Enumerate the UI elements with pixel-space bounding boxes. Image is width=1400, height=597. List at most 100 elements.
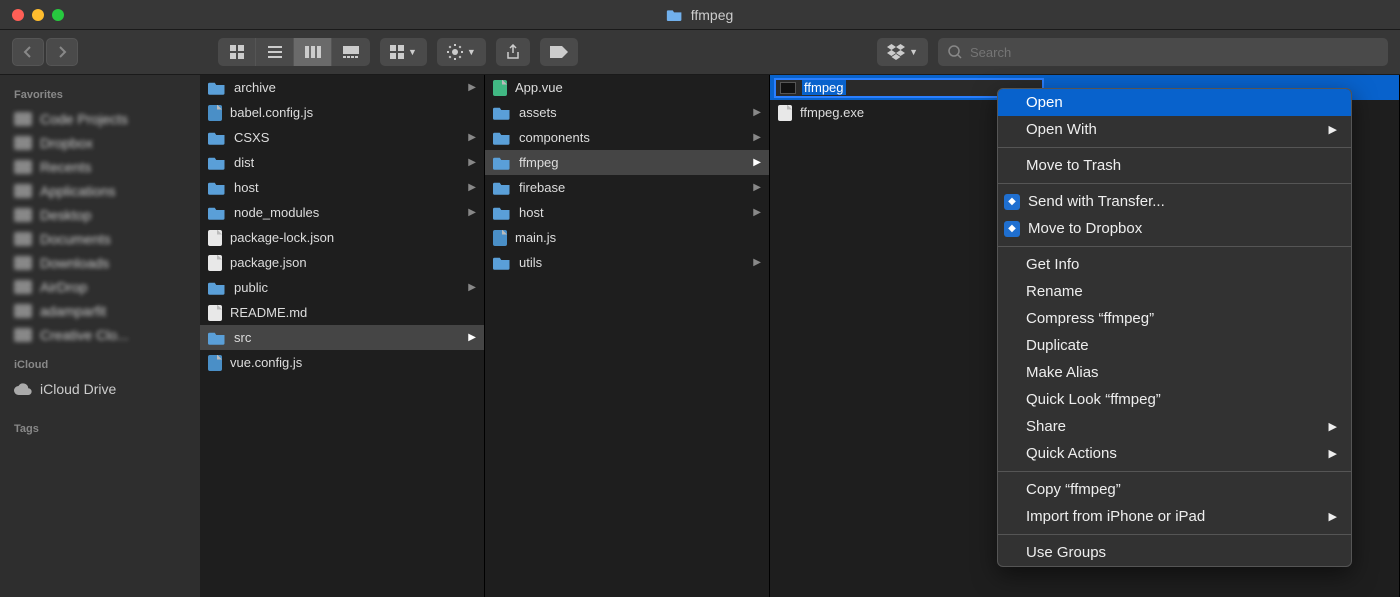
folder-icon (208, 206, 226, 220)
file-name: package-lock.json (230, 230, 334, 245)
close-window-button[interactable] (12, 9, 24, 21)
rename-input[interactable]: ffmpeg (802, 80, 846, 95)
file-row[interactable]: dist▶ (200, 150, 484, 175)
sidebar-item[interactable]: Applications (0, 179, 200, 203)
file-row[interactable]: host▶ (200, 175, 484, 200)
sidebar-item-icloud-drive[interactable]: iCloud Drive (0, 377, 200, 401)
maximize-window-button[interactable] (52, 9, 64, 21)
column-1[interactable]: archive▶babel.config.jsCSXS▶dist▶host▶no… (200, 75, 485, 597)
folder-icon (208, 281, 226, 295)
list-view-button[interactable] (256, 38, 294, 66)
file-row[interactable]: package-lock.json (200, 225, 484, 250)
context-menu-item[interactable]: Copy “ffmpeg” (998, 476, 1351, 503)
file-row[interactable]: src▶ (200, 325, 484, 350)
file-row[interactable]: assets▶ (485, 100, 769, 125)
sidebar-item[interactable]: Dropbox (0, 131, 200, 155)
file-row[interactable]: package.json (200, 250, 484, 275)
action-button[interactable]: ▼ (437, 38, 486, 66)
search-box[interactable] (938, 38, 1388, 66)
file-row[interactable]: public▶ (200, 275, 484, 300)
minimize-window-button[interactable] (32, 9, 44, 21)
file-name: firebase (519, 180, 565, 195)
context-menu-item[interactable]: Share▶ (998, 413, 1351, 440)
folder-icon (208, 131, 226, 145)
file-row[interactable]: CSXS▶ (200, 125, 484, 150)
column-view-button[interactable] (294, 38, 332, 66)
icloud-header: iCloud (0, 353, 200, 377)
file-row[interactable]: babel.config.js (200, 100, 484, 125)
folder-icon (493, 256, 511, 270)
folder-icon (493, 181, 511, 195)
context-menu-item[interactable]: Quick Look “ffmpeg” (998, 386, 1351, 413)
forward-button[interactable] (46, 38, 78, 66)
dropbox-button[interactable]: ▼ (877, 38, 928, 66)
sidebar-item-label: Creative Clo... (40, 327, 129, 343)
menu-item-label: Make Alias (1026, 364, 1099, 381)
file-row[interactable]: App.vue (485, 75, 769, 100)
context-menu-item[interactable]: ◆Send with Transfer... (998, 188, 1351, 215)
menu-separator (998, 183, 1351, 184)
sidebar-item-label: AirDrop (40, 279, 87, 295)
sidebar-item[interactable]: Documents (0, 227, 200, 251)
chevron-right-icon: ▶ (468, 132, 476, 143)
arrange-button[interactable]: ▼ (380, 38, 427, 66)
context-menu-item[interactable]: Move to Trash (998, 152, 1351, 179)
sidebar-icon (14, 232, 32, 246)
gallery-view-button[interactable] (332, 38, 370, 66)
sidebar-item[interactable]: Downloads (0, 251, 200, 275)
file-row[interactable]: ffmpeg▶ (485, 150, 769, 175)
sidebar-item-label: Downloads (40, 255, 109, 271)
sidebar-icon (14, 328, 32, 342)
chevron-right-icon: ▶ (1329, 123, 1337, 136)
file-name: host (519, 205, 544, 220)
file-row[interactable]: README.md (200, 300, 484, 325)
sidebar-item[interactable]: AirDrop (0, 275, 200, 299)
context-menu-item[interactable]: Make Alias (998, 359, 1351, 386)
context-menu-item[interactable]: Open (998, 89, 1351, 116)
menu-item-label: Compress “ffmpeg” (1026, 310, 1154, 327)
file-row[interactable]: main.js (485, 225, 769, 250)
context-menu-item[interactable]: ◆Move to Dropbox (998, 215, 1351, 242)
file-row[interactable]: node_modules▶ (200, 200, 484, 225)
context-menu-item[interactable]: Get Info (998, 251, 1351, 278)
icon-view-button[interactable] (218, 38, 256, 66)
back-button[interactable] (12, 38, 44, 66)
context-menu-item[interactable]: Open With▶ (998, 116, 1351, 143)
share-button[interactable] (496, 38, 530, 66)
menu-separator (998, 534, 1351, 535)
file-name: archive (234, 80, 276, 95)
context-menu-item[interactable]: Quick Actions▶ (998, 440, 1351, 467)
file-name: babel.config.js (230, 105, 313, 120)
sidebar-item[interactable]: adamparfit (0, 299, 200, 323)
chevron-right-icon: ▶ (753, 132, 761, 143)
context-menu-item[interactable]: Use Groups (998, 539, 1351, 566)
file-row[interactable]: utils▶ (485, 250, 769, 275)
sidebar-item[interactable]: Desktop (0, 203, 200, 227)
file-row[interactable]: host▶ (485, 200, 769, 225)
file-name: README.md (230, 305, 307, 320)
search-input[interactable] (970, 45, 1378, 60)
search-icon (948, 45, 962, 59)
sidebar-item[interactable]: Recents (0, 155, 200, 179)
context-menu-item[interactable]: Import from iPhone or iPad▶ (998, 503, 1351, 530)
context-menu-item[interactable]: Duplicate (998, 332, 1351, 359)
context-menu-item[interactable]: Rename (998, 278, 1351, 305)
titlebar: ffmpeg (0, 0, 1400, 30)
context-menu-item[interactable]: Compress “ffmpeg” (998, 305, 1351, 332)
sidebar-item[interactable]: Code Projects (0, 107, 200, 131)
chevron-right-icon: ▶ (468, 332, 476, 343)
file-row[interactable]: firebase▶ (485, 175, 769, 200)
sidebar-item-label: Applications (40, 183, 116, 199)
file-name: ffmpeg (519, 155, 559, 170)
folder-icon (667, 9, 683, 21)
menu-separator (998, 246, 1351, 247)
sidebar-icon (14, 304, 32, 318)
sidebar-item[interactable]: Creative Clo... (0, 323, 200, 347)
file-row[interactable]: components▶ (485, 125, 769, 150)
column-2[interactable]: App.vueassets▶components▶ffmpeg▶firebase… (485, 75, 770, 597)
chevron-right-icon: ▶ (753, 257, 761, 268)
sidebar-item-label: Documents (40, 231, 111, 247)
file-row[interactable]: vue.config.js (200, 350, 484, 375)
file-row[interactable]: archive▶ (200, 75, 484, 100)
tags-button[interactable] (540, 38, 578, 66)
